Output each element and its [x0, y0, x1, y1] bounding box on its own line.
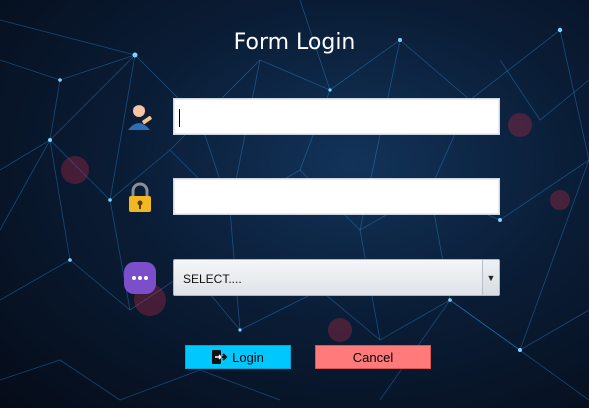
role-select-value: SELECT.... — [183, 272, 242, 286]
cancel-button-label: Cancel — [352, 349, 394, 365]
text-caret — [179, 109, 180, 127]
login-button[interactable]: Login — [185, 345, 291, 369]
role-select[interactable]: SELECT.... ▼ — [173, 259, 500, 296]
sign-in-icon — [212, 350, 228, 364]
login-button-label: Login — [232, 349, 264, 365]
page-title: Form Login — [233, 30, 356, 55]
lock-icon — [122, 180, 158, 216]
chevron-down-icon[interactable]: ▼ — [482, 260, 499, 295]
password-input[interactable] — [173, 178, 500, 215]
more-options-icon — [122, 260, 158, 296]
cancel-button[interactable]: Cancel — [315, 345, 431, 369]
username-input[interactable] — [173, 98, 500, 135]
user-icon — [122, 100, 158, 136]
